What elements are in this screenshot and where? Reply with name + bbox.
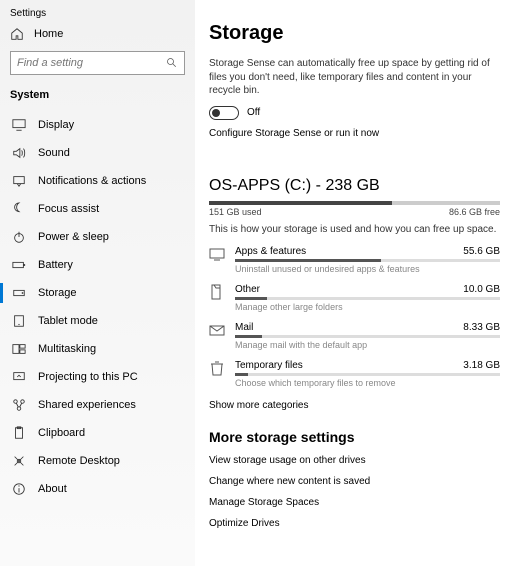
category-name: Other [235, 284, 260, 295]
project-icon [12, 370, 26, 384]
sidebar-item-label: Tablet mode [38, 315, 98, 327]
other-icon [209, 284, 225, 312]
temp-icon [209, 360, 225, 388]
sidebar-item-label: Power & sleep [38, 231, 109, 243]
category-size: 3.18 GB [463, 360, 500, 371]
mail-icon [209, 322, 225, 350]
configure-sense-link[interactable]: Configure Storage Sense or run it now [209, 128, 500, 139]
sidebar-item-label: Storage [38, 287, 77, 299]
shared-icon [12, 398, 26, 412]
about-icon [12, 482, 26, 496]
sidebar-item-sound[interactable]: Sound [0, 139, 195, 167]
sound-icon [12, 146, 26, 160]
category-temporary-files[interactable]: Temporary files 3.18 GB Choose which tempo… [209, 360, 500, 388]
toggle-state-label: Off [247, 107, 260, 118]
more-link-optimize-drives[interactable]: Optimize Drives [209, 518, 500, 529]
notify-icon [12, 174, 26, 188]
focus-icon [12, 202, 26, 216]
drive-title: OS-APPS (C:) - 238 GB [209, 177, 500, 195]
multi-icon [12, 342, 26, 356]
category-bar [235, 335, 500, 338]
power-icon [12, 230, 26, 244]
home-label: Home [34, 28, 63, 40]
more-link-change-where-new-content-is-saved[interactable]: Change where new content is saved [209, 476, 500, 487]
main-content: Storage Storage Sense can automatically … [195, 0, 510, 566]
storage-sense-toggle[interactable] [209, 106, 239, 120]
free-label: 86.6 GB free [449, 207, 500, 217]
sidebar-item-shared-experiences[interactable]: Shared experiences [0, 391, 195, 419]
more-link-manage-storage-spaces[interactable]: Manage Storage Spaces [209, 497, 500, 508]
sidebar-item-label: Multitasking [38, 343, 96, 355]
category-sub: Choose which temporary files to remove [235, 378, 500, 388]
used-label: 151 GB used [209, 207, 262, 217]
sidebar-item-label: Sound [38, 147, 70, 159]
sense-description: Storage Sense can automatically free up … [209, 57, 500, 98]
category-bar [235, 259, 500, 262]
category-mail[interactable]: Mail 8.33 GB Manage mail with the default … [209, 322, 500, 350]
sidebar-item-multitasking[interactable]: Multitasking [0, 335, 195, 363]
sidebar-item-label: Remote Desktop [38, 455, 120, 467]
category-sub: Uninstall unused or undesired apps & fea… [235, 264, 500, 274]
settings-title: Settings [0, 8, 195, 27]
sidebar-item-clipboard[interactable]: Clipboard [0, 419, 195, 447]
sidebar-item-label: Projecting to this PC [38, 371, 138, 383]
category-bar [235, 373, 500, 376]
sidebar-item-tablet-mode[interactable]: Tablet mode [0, 307, 195, 335]
apps-icon [209, 246, 225, 274]
category-name: Mail [235, 322, 253, 333]
sidebar: Settings Home System Display Sound Notific… [0, 0, 195, 566]
show-more-categories-link[interactable]: Show more categories [209, 400, 500, 411]
sidebar-item-remote-desktop[interactable]: Remote Desktop [0, 447, 195, 475]
sidebar-item-label: Clipboard [38, 427, 85, 439]
sidebar-item-focus-assist[interactable]: Focus assist [0, 195, 195, 223]
category-apps-features[interactable]: Apps & features 55.6 GB Uninstall unused o… [209, 246, 500, 274]
sidebar-item-display[interactable]: Display [0, 111, 195, 139]
sidebar-item-label: About [38, 483, 67, 495]
battery-icon [12, 258, 26, 272]
category-size: 8.33 GB [463, 322, 500, 333]
clip-icon [12, 426, 26, 440]
category-name: Temporary files [235, 360, 303, 371]
category-bar [235, 297, 500, 300]
more-settings-header: More storage settings [209, 429, 500, 445]
sidebar-item-label: Focus assist [38, 203, 99, 215]
sidebar-item-label: Notifications & actions [38, 175, 146, 187]
category-sub: Manage other large folders [235, 302, 500, 312]
usage-description: This is how your storage is used and how… [209, 223, 500, 237]
sidebar-item-label: Shared experiences [38, 399, 136, 411]
category-other[interactable]: Other 10.0 GB Manage other large folders [209, 284, 500, 312]
sidebar-item-notifications-actions[interactable]: Notifications & actions [0, 167, 195, 195]
category-size: 55.6 GB [463, 246, 500, 257]
sidebar-item-about[interactable]: About [0, 475, 195, 503]
sidebar-item-projecting-to-this-pc[interactable]: Projecting to this PC [0, 363, 195, 391]
search-icon [166, 57, 178, 69]
home-icon [10, 27, 24, 41]
category-name: Apps & features [235, 246, 306, 257]
sidebar-item-power-sleep[interactable]: Power & sleep [0, 223, 195, 251]
more-link-view-storage-usage-on-other-drives[interactable]: View storage usage on other drives [209, 455, 500, 466]
display-icon [12, 118, 26, 132]
search-input[interactable] [17, 57, 157, 69]
system-header: System [0, 85, 195, 111]
page-title: Storage [209, 22, 500, 45]
sidebar-item-storage[interactable]: Storage [0, 279, 195, 307]
tablet-icon [12, 314, 26, 328]
nav-list: Display Sound Notifications & actions Focus… [0, 111, 195, 503]
category-size: 10.0 GB [463, 284, 500, 295]
search-input-wrap[interactable] [10, 51, 185, 75]
home-button[interactable]: Home [0, 27, 195, 51]
storage-icon [12, 286, 26, 300]
sidebar-item-battery[interactable]: Battery [0, 251, 195, 279]
drive-usage-bar [209, 201, 500, 205]
sidebar-item-label: Display [38, 119, 74, 131]
category-sub: Manage mail with the default app [235, 340, 500, 350]
sidebar-item-label: Battery [38, 259, 73, 271]
remote-icon [12, 454, 26, 468]
